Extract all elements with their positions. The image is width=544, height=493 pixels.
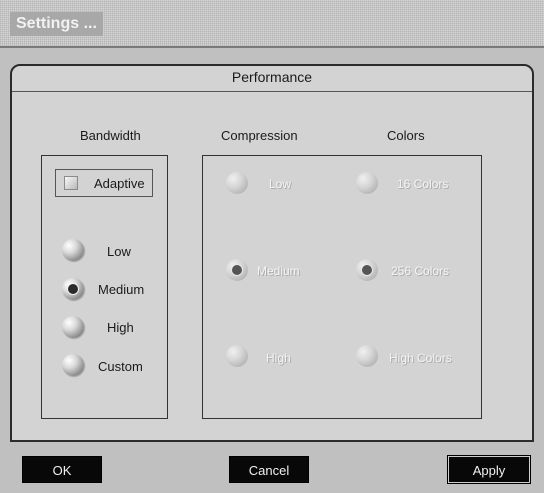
title-bar: Settings ... <box>0 0 544 46</box>
colors-high-radio[interactable] <box>356 345 378 367</box>
compression-medium-label: Medium <box>257 264 300 278</box>
compression-high-label: High <box>266 351 291 365</box>
cancel-button[interactable]: Cancel <box>229 456 309 483</box>
compression-high-radio[interactable] <box>226 345 248 367</box>
compression-medium-radio[interactable] <box>226 259 248 281</box>
colors-16-radio[interactable] <box>356 172 378 194</box>
window-title: Settings ... <box>10 12 103 36</box>
bandwidth-low-label: Low <box>107 244 131 259</box>
bandwidth-custom-label: Custom <box>98 359 143 374</box>
panel-title: Performance <box>231 69 313 85</box>
compression-header: Compression <box>221 128 298 143</box>
ok-button[interactable]: OK <box>22 456 102 483</box>
performance-panel: Performance Bandwidth Compression Colors… <box>10 64 534 442</box>
adaptive-label: Adaptive <box>94 176 145 191</box>
bandwidth-group: Adaptive Low Medium High Custom <box>41 155 168 419</box>
bandwidth-high-radio[interactable] <box>62 316 84 338</box>
apply-button[interactable]: Apply <box>447 455 531 484</box>
colors-256-label: 256 Colors <box>391 264 450 278</box>
colors-high-label: High Colors <box>389 351 452 365</box>
settings-dialog: Performance Bandwidth Compression Colors… <box>0 46 544 493</box>
bandwidth-high-label: High <box>107 320 134 335</box>
bandwidth-medium-label: Medium <box>98 282 145 297</box>
colors-16-label: 16 Colors <box>397 177 449 191</box>
bandwidth-header: Bandwidth <box>80 128 141 143</box>
colors-256-radio[interactable] <box>356 259 378 281</box>
bandwidth-medium-radio[interactable] <box>62 278 84 300</box>
bandwidth-low-radio[interactable] <box>62 239 84 261</box>
compression-colors-group: Low Medium High 16 Colors 256 Colors Hig… <box>202 155 482 419</box>
compression-low-label: Low <box>269 177 292 191</box>
compression-low-radio[interactable] <box>226 172 248 194</box>
bandwidth-custom-radio[interactable] <box>62 354 84 376</box>
colors-header: Colors <box>387 128 425 143</box>
adaptive-checkbox[interactable]: Adaptive <box>55 169 153 197</box>
panel-title-divider <box>12 91 532 92</box>
checkbox-icon <box>64 176 78 190</box>
